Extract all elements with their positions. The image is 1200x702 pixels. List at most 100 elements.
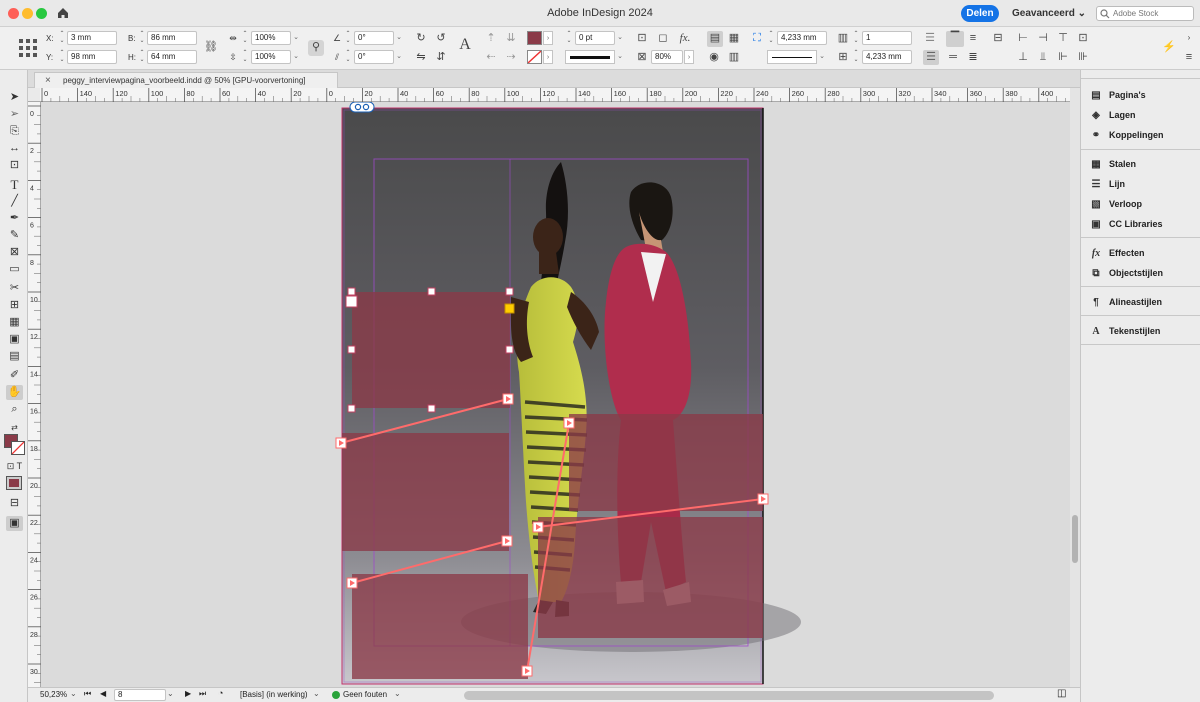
chevron-down-icon[interactable]: ⌄ <box>394 50 404 64</box>
stock-search-input[interactable]: Adobe Stock <box>1096 6 1194 21</box>
distribute-left-icon[interactable]: ⊥ <box>1016 50 1030 64</box>
scale-x-stepper[interactable]: ⌃ ⌄ <box>241 31 249 45</box>
panel-layers[interactable]: ◈ Lagen <box>1089 107 1135 123</box>
stroke-dropdown[interactable]: › <box>543 50 553 64</box>
chevron-down-icon[interactable]: ⌄ <box>313 689 320 698</box>
opacity-field[interactable]: 80% <box>651 50 683 64</box>
document-canvas[interactable] <box>41 101 1070 687</box>
chevron-down-icon[interactable]: ⌄ <box>615 31 625 45</box>
zoom-tool-icon[interactable]: ⌕ <box>6 402 23 417</box>
out-port[interactable] <box>757 493 769 505</box>
close-tab-icon[interactable]: × <box>45 73 51 88</box>
text-orientation-icon[interactable]: A <box>455 37 475 58</box>
fx-icon[interactable]: fx. <box>678 31 692 45</box>
dim2-stepper[interactable]: ⌃ ⌄ <box>852 50 860 64</box>
vertical-scroll-thumb[interactable] <box>1072 515 1078 563</box>
handle-top-center[interactable] <box>427 287 436 296</box>
last-page-icon[interactable]: ⏭ <box>199 689 206 699</box>
vertical-scrollbar[interactable] <box>1070 88 1080 687</box>
share-button[interactable]: Delen <box>961 5 999 22</box>
distribute-centers-icon[interactable]: ⫫ <box>1036 50 1050 64</box>
scale-y-field[interactable]: 100% <box>251 50 291 64</box>
previous-page-icon[interactable]: ◀ <box>100 689 106 698</box>
panel-menu-icon[interactable]: › <box>1182 31 1196 45</box>
text-frame-4[interactable] <box>538 517 763 638</box>
text-wrap-box-icon[interactable]: ▦ <box>727 31 741 45</box>
gradient-swatch-tool-icon[interactable]: ▦ <box>6 315 23 330</box>
corner-options-icon[interactable]: ◻ <box>656 31 670 45</box>
h-stepper[interactable]: ⌃ ⌄ <box>138 50 146 64</box>
handle-middle-left[interactable] <box>347 345 356 354</box>
stroke-type-select[interactable] <box>565 50 615 64</box>
handle-middle-right[interactable] <box>505 345 514 354</box>
reference-point-icon[interactable] <box>18 38 38 58</box>
gutter-select[interactable] <box>767 50 817 64</box>
opacity-dropdown[interactable]: › <box>684 50 694 64</box>
out-port[interactable] <box>521 665 533 677</box>
first-page-icon[interactable]: ⏮ <box>84 689 91 699</box>
gradient-feather-tool-icon[interactable]: ▣ <box>6 332 23 347</box>
vertical-justify-center-icon[interactable]: ≡ <box>966 31 980 45</box>
frame-spacing-icon[interactable]: ⛶ <box>750 31 764 45</box>
text-frame-3[interactable] <box>569 414 763 511</box>
angle-field[interactable]: 0° <box>354 31 394 45</box>
page-number-field[interactable]: 8 <box>114 689 166 701</box>
panel-cc-libraries[interactable]: ▣ CC Libraries <box>1089 216 1162 232</box>
zoom-level[interactable]: 50,23% <box>40 690 67 699</box>
chevron-down-icon[interactable]: ⌄ <box>394 689 401 698</box>
out-port[interactable] <box>501 535 513 547</box>
fill-swatch[interactable] <box>527 31 542 45</box>
next-page-icon[interactable]: ▶ <box>185 689 191 698</box>
content-collector-icon[interactable]: ⊡ <box>6 158 23 173</box>
panel-character-styles[interactable]: A Tekenstijlen <box>1089 323 1160 339</box>
out-port[interactable] <box>563 417 575 429</box>
handle-top-left[interactable] <box>347 287 356 296</box>
split-layout-icon[interactable]: ◫ <box>1057 688 1066 699</box>
stroke-weight-stepper[interactable]: ⌃ ⌄ <box>565 31 573 45</box>
handle-bottom-center[interactable] <box>427 404 436 413</box>
pencil-tool-icon[interactable]: ✎ <box>6 228 23 243</box>
distribute-right-icon[interactable]: ⊩ <box>1056 50 1070 64</box>
panel-swatches[interactable]: ▦ Stalen <box>1089 156 1136 172</box>
fill-dropdown[interactable]: › <box>543 31 553 45</box>
h-field[interactable]: 64 mm <box>147 50 197 64</box>
out-port[interactable] <box>335 437 347 449</box>
free-transform-tool-icon[interactable]: ⊞ <box>6 298 23 313</box>
apply-color-button[interactable] <box>6 476 22 490</box>
out-port[interactable] <box>346 577 358 589</box>
handle-top-right[interactable] <box>505 287 514 296</box>
y-stepper[interactable]: ⌃ ⌄ <box>58 50 66 64</box>
dim1-stepper[interactable]: ⌃ ⌄ <box>767 31 775 45</box>
align-top-icon[interactable]: ☰ <box>923 31 937 45</box>
text-wrap-none-icon[interactable]: ▤ <box>707 31 723 47</box>
quick-apply-icon[interactable]: ⚡ <box>1162 40 1176 54</box>
out-port[interactable] <box>502 393 514 405</box>
select-content-icon[interactable]: ⇊ <box>504 31 518 45</box>
hamburger-menu-icon[interactable]: ≡ <box>1182 50 1196 64</box>
link-badge-icon[interactable] <box>349 101 375 113</box>
apply-none-icon[interactable]: ⊟ <box>6 496 23 511</box>
chevron-down-icon[interactable]: ⌄ <box>70 689 77 698</box>
balance-columns-icon[interactable]: ☰ <box>923 50 939 65</box>
columns-field[interactable]: 1 <box>862 31 912 45</box>
stroke-color-box[interactable] <box>11 441 25 455</box>
panel-object-styles[interactable]: ⧉ Objectstijlen <box>1089 265 1163 281</box>
pen-tool-icon[interactable]: ✒ <box>6 211 23 226</box>
content-fit-icon[interactable]: ▥ <box>727 50 741 64</box>
eyedropper-tool-icon[interactable]: ✐ <box>6 368 23 383</box>
frame-fitting-icon[interactable]: ⊡ <box>635 31 649 45</box>
columns-stepper[interactable]: ⌃ ⌄ <box>852 31 860 45</box>
rotate-cw-icon[interactable]: ↻ <box>414 31 428 45</box>
swap-fill-stroke-icon[interactable]: ⇄ <box>6 420 23 435</box>
scissors-tool-icon[interactable]: ✂ <box>6 281 23 296</box>
link-scale-icon[interactable]: ⚲ <box>308 40 324 56</box>
align-top-edges-icon[interactable]: ⊡ <box>1076 31 1090 45</box>
chevron-down-icon[interactable]: ⌄ <box>817 50 827 64</box>
panel-paragraph-styles[interactable]: ¶ Alineastijlen <box>1089 294 1162 310</box>
select-container-icon[interactable]: ⇡ <box>484 31 498 45</box>
panel-links[interactable]: ⚭ Koppelingen <box>1089 127 1164 143</box>
auto-fit-icon[interactable]: ◉ <box>707 50 721 64</box>
text-frame-5[interactable] <box>352 574 528 679</box>
align-horizontal-centers-icon[interactable]: ⊣ <box>1036 31 1050 45</box>
out-port[interactable] <box>532 521 544 533</box>
